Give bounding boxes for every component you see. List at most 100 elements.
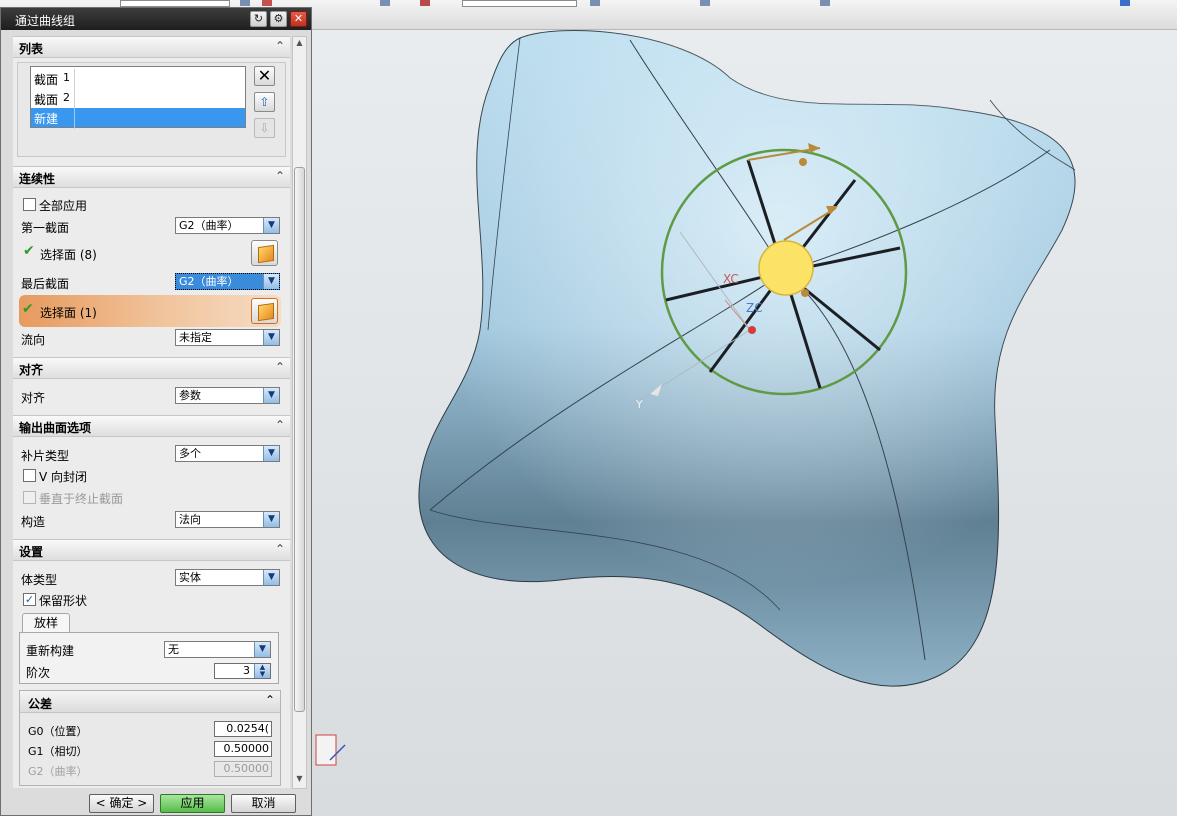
g1-input[interactable]: 0.50000 xyxy=(214,741,272,757)
apply-button[interactable]: 应用 xyxy=(160,794,225,813)
v-closed-checkbox[interactable] xyxy=(23,469,36,482)
scroll-thumb[interactable] xyxy=(294,167,305,712)
list-item-selected[interactable]: 新建 xyxy=(31,108,245,127)
origin-point xyxy=(748,326,756,334)
toolbar-field[interactable] xyxy=(462,0,577,7)
collapse-icon[interactable]: ⌃ xyxy=(275,39,285,53)
toolbar-icon[interactable] xyxy=(1120,0,1130,6)
section-title: 连续性 xyxy=(19,172,56,186)
dialog-panel: 列表 ⌃ 截面 1 截面 2 新建 ✕ ⇧ ⇩ 连续性 ⌃ 全部应用 第一截面 … xyxy=(13,36,290,788)
construct-dropdown[interactable]: 法向 ▼ xyxy=(175,511,280,528)
remove-icon[interactable]: ✕ xyxy=(254,66,275,86)
close-icon[interactable]: ✕ xyxy=(290,11,307,27)
first-section-dropdown[interactable]: G2（曲率） ▼ xyxy=(175,217,280,234)
patch-type-dropdown[interactable]: 多个 ▼ xyxy=(175,445,280,462)
chevron-down-icon: ▼ xyxy=(263,330,279,345)
body-type-label: 体类型 xyxy=(21,573,58,587)
v-closed-label: V 向封闭 xyxy=(39,470,88,484)
toolbar-field[interactable] xyxy=(120,0,230,7)
collapse-icon[interactable]: ⌃ xyxy=(275,418,285,432)
chevron-down-icon: ▼ xyxy=(263,570,279,585)
list-item[interactable]: 截面 1 xyxy=(31,69,245,129)
axis-label-zc: ZC xyxy=(746,301,763,315)
move-down-icon: ⇩ xyxy=(254,118,275,138)
g2-input: 0.50000 xyxy=(214,761,272,777)
section-header-alignment[interactable]: 对齐 ⌃ xyxy=(13,357,290,379)
toolbar-icon[interactable] xyxy=(240,0,250,6)
axis-label-y: Y xyxy=(635,398,643,411)
first-select-face-label: 选择面 (8) xyxy=(40,248,97,262)
list-area: 截面 1 截面 2 新建 ✕ ⇧ ⇩ xyxy=(17,62,286,157)
collapse-icon[interactable]: ⌃ xyxy=(275,169,285,183)
scroll-up-icon: ▲ xyxy=(296,38,303,47)
g0-input[interactable]: 0.0254( xyxy=(214,721,272,737)
section-title: 列表 xyxy=(19,42,44,56)
chevron-down-icon: ▼ xyxy=(263,274,279,289)
construct-label: 构造 xyxy=(21,515,46,529)
collapse-icon[interactable]: ⌃ xyxy=(275,542,285,556)
chevron-down-icon: ▼ xyxy=(263,218,279,233)
body-type-dropdown[interactable]: 实体 ▼ xyxy=(175,569,280,586)
list-item[interactable]: 截面 2 xyxy=(31,89,245,107)
g1-label: G1（相切） xyxy=(28,745,88,758)
tab-loft[interactable]: 放样 xyxy=(22,613,70,633)
chevron-down-icon: ▼ xyxy=(263,512,279,527)
active-selection-row[interactable]: ✔ 选择面 (1) xyxy=(19,295,281,327)
toolbar-icon[interactable] xyxy=(262,0,272,6)
chevron-down-icon: ▼ xyxy=(254,642,270,657)
graphics-viewport[interactable]: XC ZC Y xyxy=(312,30,1177,816)
gear-icon[interactable]: ⚙ xyxy=(270,11,287,27)
dialog-scrollbar[interactable]: ▲ ▼ xyxy=(292,36,307,789)
triad-icon xyxy=(315,734,346,766)
alignment-dropdown[interactable]: 参数 ▼ xyxy=(175,387,280,404)
reset-icon[interactable]: ↻ xyxy=(250,11,267,27)
chevron-down-icon: ▼ xyxy=(263,446,279,461)
last-section-dropdown[interactable]: G2（曲率） ▼ xyxy=(175,273,280,290)
select-face-cube-icon[interactable] xyxy=(251,298,278,324)
collapse-icon[interactable]: ⌃ xyxy=(275,360,285,374)
toolbar-icon[interactable] xyxy=(380,0,390,6)
ok-button[interactable]: < 确定 > xyxy=(89,794,154,813)
section-header-tolerance[interactable]: 公差 ⌃ xyxy=(20,691,280,713)
g0-label: G0（位置） xyxy=(28,725,88,738)
apply-all-label: 全部应用 xyxy=(39,199,88,213)
section-header-continuity[interactable]: 连续性 ⌃ xyxy=(13,166,290,188)
section-title: 公差 xyxy=(28,697,53,711)
g2-label: G2（曲率） xyxy=(28,765,88,778)
alignment-label: 对齐 xyxy=(21,391,46,405)
section-header-output[interactable]: 输出曲面选项 ⌃ xyxy=(13,415,290,437)
chevron-down-icon: ▼ xyxy=(263,388,279,403)
dialog-titlebar[interactable]: 通过曲线组 ↻ ⚙ ✕ xyxy=(1,8,311,30)
list-item-label: 截面 xyxy=(34,73,59,87)
move-up-icon[interactable]: ⇧ xyxy=(254,92,275,112)
rebuild-dropdown[interactable]: 无 ▼ xyxy=(164,641,271,658)
scroll-down-icon: ▼ xyxy=(296,774,303,783)
selected-face-highlight xyxy=(758,240,814,296)
section-list[interactable]: 截面 1 截面 2 新建 xyxy=(30,66,246,129)
tolerance-group: 公差 ⌃ G0（位置） 0.0254( G1（相切） 0.50000 G2（曲率… xyxy=(19,690,281,786)
rebuild-label: 重新构建 xyxy=(26,644,75,658)
list-item-number: 1 xyxy=(63,71,70,84)
select-face-cube-icon[interactable] xyxy=(251,240,278,266)
first-section-label: 第一截面 xyxy=(21,221,70,235)
toolbar-icon[interactable] xyxy=(420,0,430,6)
flow-direction-dropdown[interactable]: 未指定 ▼ xyxy=(175,329,280,346)
toolbar-icon[interactable] xyxy=(700,0,710,6)
section-header-settings[interactable]: 设置 ⌃ xyxy=(13,539,290,561)
list-item-number: 2 xyxy=(63,91,70,104)
section-title: 对齐 xyxy=(19,363,44,377)
model-view[interactable]: XC ZC Y xyxy=(312,30,1177,816)
apply-all-checkbox[interactable] xyxy=(23,198,36,211)
section-title: 设置 xyxy=(19,545,44,559)
keep-shape-checkbox[interactable]: ✓ xyxy=(23,593,36,606)
last-select-face-label: 选择面 (1) xyxy=(40,306,97,320)
normal-to-end-checkbox xyxy=(23,491,36,504)
section-header-list[interactable]: 列表 ⌃ xyxy=(13,36,290,58)
cancel-button[interactable]: 取消 xyxy=(231,794,296,813)
loft-tab-panel: 重新构建 无 ▼ 阶次 3 ▲ ▼ xyxy=(19,632,279,684)
spinner-arrows-icon[interactable]: ▲ ▼ xyxy=(254,664,270,678)
toolbar-icon[interactable] xyxy=(590,0,600,6)
toolbar-icon[interactable] xyxy=(820,0,830,6)
collapse-icon[interactable]: ⌃ xyxy=(265,693,275,707)
list-item-label: 新建 xyxy=(34,112,59,126)
